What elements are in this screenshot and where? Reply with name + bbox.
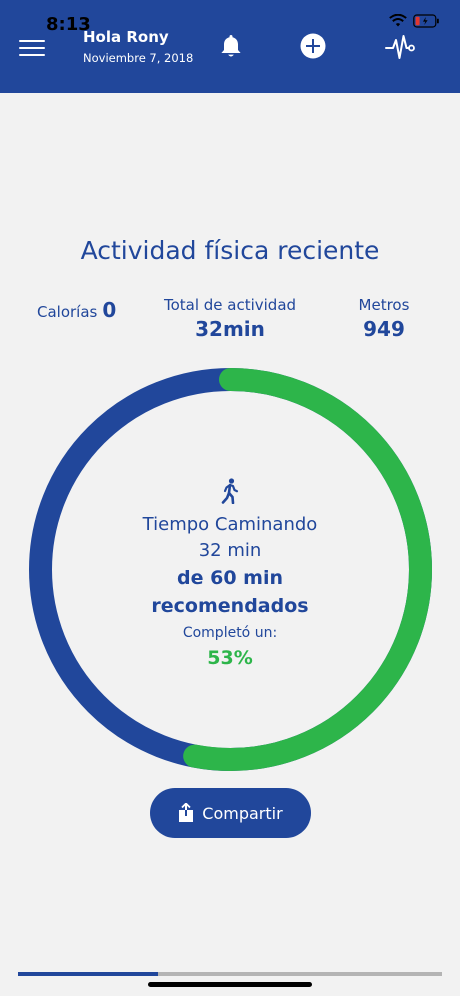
header-date: Noviembre 7, 2018 — [83, 51, 194, 65]
wifi-icon — [389, 14, 407, 27]
calorias-label: Calorías — [37, 303, 98, 321]
share-label: Compartir — [202, 803, 283, 823]
status-icons — [389, 14, 440, 28]
activity-type: Tiempo Caminando — [142, 514, 318, 535]
metros-value: 949 — [363, 317, 405, 341]
page-title: Actividad física reciente — [80, 236, 380, 265]
total-value: 32min — [195, 317, 265, 341]
menu-icon[interactable] — [19, 40, 45, 58]
calorias-value: 0 — [102, 298, 117, 322]
goal-label: recomendados — [151, 595, 309, 617]
share-icon — [179, 803, 194, 822]
page-progress-fill — [18, 972, 158, 976]
plus-icon[interactable] — [300, 33, 326, 59]
ring-center-content: Tiempo Caminando 32 min de 60 min recome… — [80, 478, 380, 672]
home-indicator — [148, 982, 312, 987]
pulse-icon[interactable] — [385, 33, 415, 61]
total-label: Total de actividad — [163, 296, 297, 314]
stat-total-actividad: Total de actividad 32min — [150, 296, 310, 341]
activity-minutes: 32 min — [198, 540, 262, 561]
page-progress-track — [18, 972, 442, 976]
app-header: 8:13 Hola Rony Noviembre 7, 2018 — [0, 0, 460, 93]
stat-metros: Metros 949 — [344, 296, 424, 341]
goal-minutes: de 60 min — [177, 567, 283, 589]
metros-label: Metros — [358, 296, 410, 314]
battery-icon — [413, 14, 439, 28]
greeting: Hola Rony — [83, 28, 169, 46]
completed-percent: 53% — [207, 647, 253, 669]
stat-calorias: Calorías 0 — [37, 298, 116, 322]
completed-label: Completó un: — [182, 625, 278, 641]
share-button[interactable]: Compartir — [150, 788, 311, 838]
walking-person-icon — [221, 478, 239, 504]
bell-icon[interactable] — [219, 33, 243, 59]
screen: 8:13 Hola Rony Noviembre 7, 2018 Activid… — [0, 0, 460, 996]
